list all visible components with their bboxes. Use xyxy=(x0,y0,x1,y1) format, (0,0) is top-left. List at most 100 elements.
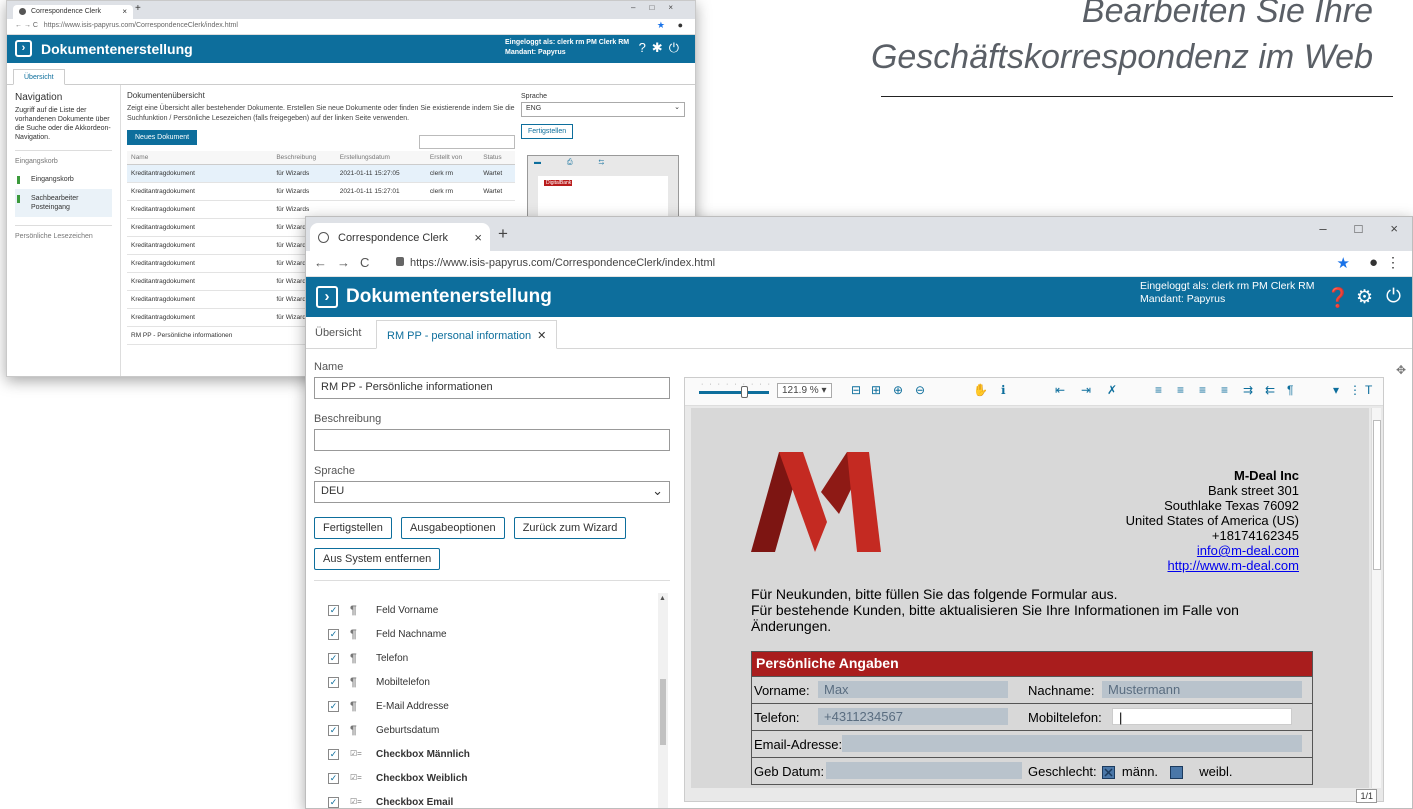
bookmark-star-icon[interactable]: ★ xyxy=(657,20,665,31)
col-status[interactable]: Status xyxy=(479,151,515,165)
new-tab-icon[interactable]: + xyxy=(135,3,141,14)
move-icon[interactable]: ✥ xyxy=(1396,363,1406,377)
scroll-up-icon[interactable]: ▲ xyxy=(659,595,666,602)
front-browser-tab[interactable]: Correspondence Clerk × xyxy=(310,223,490,251)
gear-icon[interactable]: ✱ xyxy=(652,40,669,55)
back-header-icons[interactable]: ?✱⏻ xyxy=(639,40,685,56)
more-options-icon[interactable]: ⋮ xyxy=(1349,383,1361,397)
zoom-out-icon[interactable]: ⊖ xyxy=(915,383,925,397)
scrollbar-thumb[interactable] xyxy=(660,679,666,745)
checkbox-male[interactable] xyxy=(1102,766,1116,780)
company-web-link[interactable]: http://www.m-deal.com xyxy=(1126,558,1300,573)
tab-overview[interactable]: Übersicht xyxy=(315,327,361,339)
checkbox-checked-icon[interactable]: ✓ xyxy=(328,797,339,808)
mobiltelefon-field[interactable]: | xyxy=(1112,708,1292,725)
checkbox-checked-icon[interactable]: ✓ xyxy=(328,653,339,664)
info-icon[interactable]: ℹ xyxy=(1001,383,1006,397)
justify-icon[interactable]: ≡ xyxy=(1221,383,1228,397)
table-row[interactable]: Kreditantragdokument für Wizards 2021-01-1… xyxy=(127,164,515,183)
zoom-slider[interactable] xyxy=(699,391,769,394)
back-nav-icons[interactable]: ← → C xyxy=(15,22,42,29)
list-item[interactable]: ✓ ¶ Feld Vorname xyxy=(322,601,662,625)
search-input[interactable] xyxy=(419,135,515,149)
nav-section-inbox[interactable]: Eingangskorb xyxy=(15,150,112,170)
zoom-in-icon[interactable]: ⊕ xyxy=(893,383,903,397)
description-input[interactable] xyxy=(314,429,670,451)
delete-block-icon[interactable]: ✗ xyxy=(1107,383,1117,397)
checkbox-checked-icon[interactable]: ✓ xyxy=(328,605,339,616)
new-document-button[interactable]: Neues Dokument xyxy=(127,130,198,145)
minimize-icon[interactable]: – xyxy=(1319,221,1326,236)
browser-nav-icons[interactable]: ←→C xyxy=(314,255,379,270)
company-email-link[interactable]: info@m-deal.com xyxy=(1126,543,1299,558)
list-item[interactable]: ✓ ¶ E-Mail Addresse xyxy=(322,697,662,721)
output-options-button[interactable]: Ausgabeoptionen xyxy=(400,517,505,539)
outdent-icon[interactable]: ⇇ xyxy=(1265,383,1275,397)
checkbox-checked-icon[interactable]: ✓ xyxy=(328,749,339,760)
close-window-icon[interactable]: × xyxy=(1390,221,1398,236)
bookmark-star-icon[interactable]: ★ xyxy=(1337,254,1350,272)
telefon-field[interactable]: +4311234567 xyxy=(818,708,1008,725)
table-row[interactable]: Kreditantragdokument für Wizards 2021-01-1… xyxy=(127,182,515,201)
language-select[interactable]: ENG xyxy=(521,102,685,117)
col-creator[interactable]: Erstellt von xyxy=(425,151,480,165)
new-tab-icon[interactable]: + xyxy=(498,224,508,244)
fit-width-icon[interactable]: ⊞ xyxy=(871,383,881,397)
checkbox-checked-icon[interactable]: ✓ xyxy=(328,773,339,784)
fit-icon[interactable]: ⊟ xyxy=(851,383,861,397)
dropdown-icon[interactable]: ▾ xyxy=(1333,383,1339,397)
checkbox-checked-icon[interactable]: ✓ xyxy=(328,677,339,688)
align-right-icon[interactable]: ≡ xyxy=(1199,383,1206,397)
name-input[interactable]: RM PP - Persönliche informationen xyxy=(314,377,670,399)
checkbox-female[interactable] xyxy=(1169,766,1183,780)
list-item[interactable]: ✓ ☑= Checkbox Männlich xyxy=(322,745,662,769)
close-tab-icon[interactable]: × xyxy=(122,7,127,16)
insert-block-icon[interactable]: ⇥ xyxy=(1081,383,1091,397)
nav-item-inbox[interactable]: Eingangskorb xyxy=(15,170,112,189)
col-date[interactable]: Erstellungsdatum xyxy=(335,151,426,165)
nav-section-bookmarks[interactable]: Persönliche Lesezeichen xyxy=(15,225,112,245)
back-to-wizard-button[interactable]: Zurück zum Wizard xyxy=(513,517,627,539)
back-url[interactable]: https://www.isis-papyrus.com/Corresponde… xyxy=(44,22,238,29)
close-tab-icon[interactable]: × xyxy=(474,230,482,245)
power-icon[interactable]: ⏻ xyxy=(669,40,685,55)
finish-button[interactable]: Fertigstellen xyxy=(314,517,392,539)
back-browser-tab[interactable]: Correspondence Clerk × xyxy=(13,5,133,19)
window-controls[interactable]: –□× xyxy=(631,3,687,12)
email-field[interactable] xyxy=(842,735,1302,752)
list-item[interactable]: ✓ ¶ Feld Nachname xyxy=(322,625,662,649)
field-list-scrollbar[interactable]: ▲ xyxy=(658,593,668,808)
nachname-field[interactable]: Mustermann xyxy=(1102,681,1302,698)
col-name[interactable]: Name xyxy=(127,151,273,165)
profile-icon[interactable]: ● xyxy=(1369,254,1378,271)
zoom-select[interactable]: 121.9 % ▾ xyxy=(777,383,832,398)
back-address-bar[interactable]: ← → C https://www.isis-papyrus.com/Corre… xyxy=(7,19,695,35)
finish-button[interactable]: Fertigstellen xyxy=(521,124,574,139)
help-icon[interactable]: ? xyxy=(639,40,652,55)
align-center-icon[interactable]: ≡ xyxy=(1177,383,1184,397)
col-description[interactable]: Beschreibung xyxy=(272,151,336,165)
insert-icon[interactable]: ⇤ xyxy=(1055,383,1065,397)
nav-item-clerk-inbox[interactable]: Sachbearbeiter Posteingang xyxy=(15,189,112,217)
help-icon[interactable]: ❓ xyxy=(1326,286,1350,310)
zoom-slider-handle[interactable] xyxy=(741,386,748,398)
list-item[interactable]: ✓ ¶ Mobiltelefon xyxy=(322,673,662,697)
maximize-icon[interactable]: □ xyxy=(1355,221,1363,236)
language-select[interactable]: DEU xyxy=(314,481,670,503)
more-menu-icon[interactable]: ⋮ xyxy=(1386,254,1400,271)
list-item[interactable]: ✓ ¶ Telefon xyxy=(322,649,662,673)
checkbox-checked-icon[interactable]: ✓ xyxy=(328,701,339,712)
power-icon[interactable]: ⏻ xyxy=(1386,286,1401,308)
checkbox-checked-icon[interactable]: ✓ xyxy=(328,629,339,640)
vorname-field[interactable]: Max xyxy=(818,681,1008,698)
checkbox-checked-icon[interactable]: ✓ xyxy=(328,725,339,736)
tab-personal-information[interactable]: RM PP - personal information ✕ xyxy=(376,320,558,349)
text-tool-icon[interactable]: T xyxy=(1365,383,1372,397)
paragraph-icon[interactable]: ¶ xyxy=(1287,383,1293,397)
indent-icon[interactable]: ⇉ xyxy=(1243,383,1253,397)
document-page[interactable]: M-Deal Inc Bank street 301 Southlake Tex… xyxy=(691,408,1369,788)
align-left-icon[interactable]: ≡ xyxy=(1155,383,1162,397)
geb-datum-field[interactable] xyxy=(826,762,1022,779)
tab-overview[interactable]: Übersicht xyxy=(13,69,65,85)
hand-tool-icon[interactable]: ✋ xyxy=(973,383,988,397)
